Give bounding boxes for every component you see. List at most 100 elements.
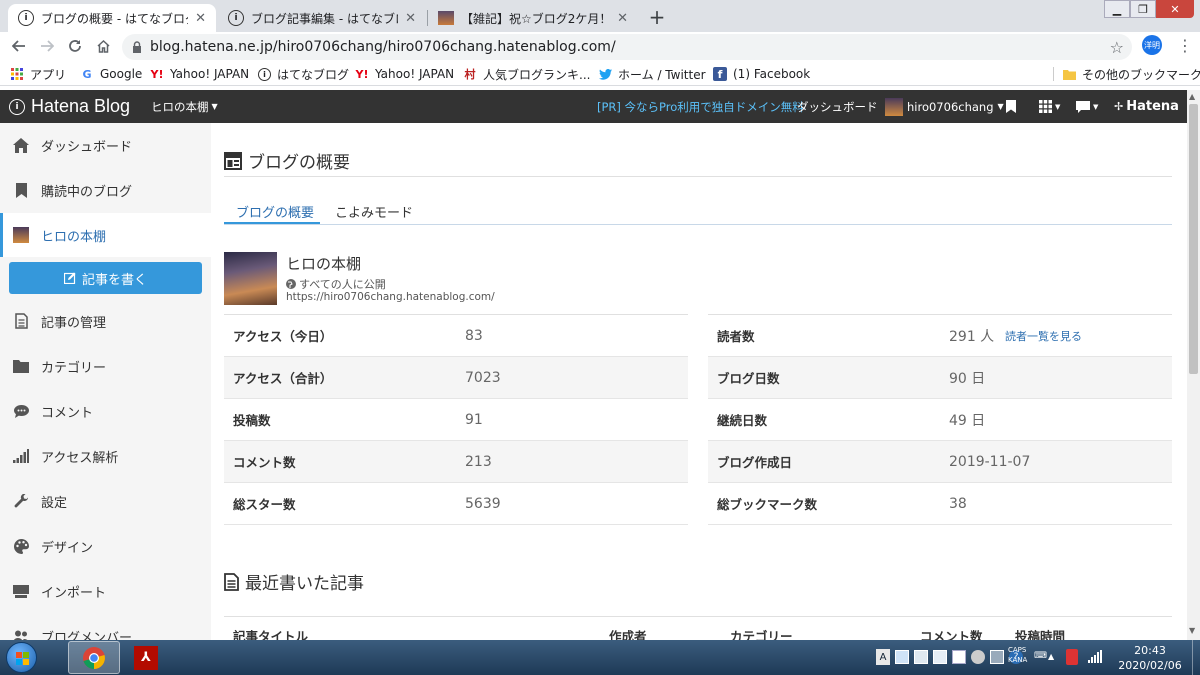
dashboard-link[interactable]: ダッシュボード bbox=[797, 90, 878, 123]
sidebar-item-import[interactable]: インポート bbox=[0, 569, 211, 613]
minimize-button[interactable]: ▁ bbox=[1104, 0, 1130, 18]
main-content: ブログの概要 ブログの概要 こよみモード ヒロの本棚 すべての人に公開 http… bbox=[211, 123, 1187, 640]
sidebar-item-articles[interactable]: 記事の管理 bbox=[0, 299, 211, 343]
dashboard-layout-icon bbox=[224, 151, 242, 170]
browser-tab[interactable]: 【雑記】祝☆ブログ2ケ月！！ - ✕ bbox=[428, 4, 638, 32]
blog-thumbnail[interactable] bbox=[224, 252, 277, 305]
caret-down-icon: ▼ bbox=[1093, 102, 1099, 111]
blog-url[interactable]: https://hiro0706chang.hatenablog.com/ bbox=[286, 291, 495, 303]
other-bookmarks[interactable]: その他のブックマーク bbox=[1062, 65, 1200, 83]
sidebar-item-design[interactable]: デザイン bbox=[0, 524, 211, 568]
stat-value: 2019-11-07 bbox=[949, 453, 1031, 470]
clock[interactable]: 20:43 2020/02/06 bbox=[1110, 643, 1190, 673]
gear-icon[interactable] bbox=[971, 650, 985, 664]
sidebar-item-categories[interactable]: カテゴリー bbox=[0, 344, 211, 388]
blog-switcher[interactable]: ヒロの本棚 ▼ bbox=[151, 90, 218, 123]
menu-kebab-icon[interactable]: ⋮ bbox=[1176, 36, 1194, 55]
column-header-category[interactable]: カテゴリー bbox=[730, 626, 793, 640]
tray-app-icon[interactable] bbox=[895, 650, 909, 664]
user-avatar bbox=[885, 97, 903, 116]
bookmark-item[interactable]: i はてなブログ bbox=[258, 65, 349, 83]
sidebar-item-members[interactable]: ブログメンバー bbox=[0, 614, 211, 640]
network-signal-icon[interactable] bbox=[1088, 650, 1102, 663]
stat-label: アクセス（合計） bbox=[233, 371, 333, 386]
tray-expand-icon[interactable]: ▲ bbox=[1048, 652, 1054, 661]
write-article-button[interactable]: 記事を書く bbox=[9, 262, 202, 294]
caret-down-icon: ▼ bbox=[997, 102, 1004, 111]
bookmark-item[interactable]: f (1) Facebook bbox=[713, 65, 810, 83]
taskbar-chrome-button[interactable] bbox=[68, 641, 120, 674]
browser-tab[interactable]: i ブログ記事編集 - はてなブログ ✕ bbox=[218, 4, 426, 32]
tab-calendar-mode[interactable]: こよみモード bbox=[335, 202, 413, 221]
user-menu[interactable]: hiro0706chang ▼ bbox=[885, 90, 1004, 123]
pro-promo-link[interactable]: [PR] 今ならPro利用で独自ドメイン無料 bbox=[597, 90, 804, 123]
lock-icon[interactable] bbox=[132, 41, 142, 53]
apps-grid-icon[interactable]: ▼ bbox=[1039, 90, 1060, 123]
sidebar-item-dashboard[interactable]: ダッシュボード bbox=[0, 123, 211, 167]
sidebar-item-analytics[interactable]: アクセス解析 bbox=[0, 434, 211, 478]
stat-value: 213 bbox=[465, 453, 492, 470]
notifications-icon[interactable]: ▼ bbox=[1076, 90, 1098, 123]
subscribers-list-link[interactable]: 読者一覧を見る bbox=[1005, 328, 1082, 344]
browser-tab-active[interactable]: i ブログの概要 - はてなブログ ✕ bbox=[8, 4, 216, 32]
stat-label: 投稿数 bbox=[233, 413, 271, 428]
scroll-up-icon[interactable]: ▲ bbox=[1189, 92, 1195, 101]
user-name: hiro0706chang bbox=[907, 99, 994, 114]
restore-button[interactable]: ❐ bbox=[1130, 0, 1156, 18]
tab-title: ブログ記事編集 - はてなブログ bbox=[251, 11, 398, 26]
comment-icon bbox=[13, 403, 29, 419]
close-icon[interactable]: ✕ bbox=[617, 11, 628, 26]
column-header-comments[interactable]: コメント数 bbox=[920, 626, 983, 640]
window-close-button[interactable]: ✕ bbox=[1156, 0, 1194, 18]
back-arrow-icon[interactable] bbox=[9, 36, 29, 56]
show-desktop-button[interactable] bbox=[1192, 640, 1200, 675]
column-header-posted[interactable]: 投稿時間 bbox=[1015, 626, 1065, 640]
bookmark-item[interactable]: 村 人気ブログランキ... bbox=[463, 65, 591, 83]
hatena-brand-link[interactable]: ✢ Hatena bbox=[1114, 90, 1179, 123]
bookmark-item[interactable]: ホーム / Twitter bbox=[598, 65, 706, 83]
reload-icon[interactable] bbox=[65, 36, 85, 56]
taskbar-acrobat-button[interactable]: ⅄ bbox=[124, 641, 168, 674]
sidebar-item-settings[interactable]: 設定 bbox=[0, 479, 211, 523]
sidebar-item-comments[interactable]: コメント bbox=[0, 389, 211, 433]
facebook-icon: f bbox=[713, 67, 727, 81]
ime-icon[interactable]: A bbox=[876, 649, 890, 665]
bookmark-item[interactable]: G Google bbox=[80, 65, 142, 83]
bookmark-item[interactable]: Y! Yahoo! JAPAN bbox=[150, 65, 250, 83]
tray-app-icon[interactable] bbox=[990, 650, 1004, 664]
hatena-blog-logo[interactable]: i Hatena Blog bbox=[9, 90, 130, 123]
home-icon[interactable] bbox=[93, 36, 113, 56]
page-scrollbar[interactable]: ▲ ▼ bbox=[1187, 90, 1200, 640]
blog-switcher-label: ヒロの本棚 bbox=[151, 99, 209, 114]
ime-settings-icon[interactable]: ⌨ bbox=[1034, 651, 1047, 661]
bookmark-item[interactable]: Y! Yahoo! JAPAN bbox=[355, 65, 455, 83]
tray-app-icon[interactable] bbox=[933, 650, 947, 664]
bookmark-item[interactable]: アプリ bbox=[10, 65, 66, 83]
stat-value: 49 日 bbox=[949, 412, 986, 429]
star-icon[interactable]: ☆ bbox=[1110, 38, 1124, 57]
scrollbar-thumb[interactable] bbox=[1189, 104, 1198, 374]
sidebar-item-blog[interactable]: ヒロの本棚 bbox=[0, 213, 211, 257]
scroll-down-icon[interactable]: ▼ bbox=[1189, 626, 1195, 635]
start-button[interactable] bbox=[6, 642, 37, 673]
write-button-label: 記事を書く bbox=[81, 272, 147, 288]
tab-blog-overview[interactable]: ブログの概要 bbox=[236, 202, 314, 221]
sidebar-item-subscriptions[interactable]: 購読中のブログ bbox=[0, 168, 211, 212]
tray-app-icon[interactable] bbox=[1066, 649, 1078, 665]
blog-name[interactable]: ヒロの本棚 bbox=[286, 253, 361, 274]
address-bar[interactable]: blog.hatena.ne.jp/hiro0706chang/hiro0706… bbox=[122, 34, 1132, 60]
clock-time: 20:43 bbox=[1134, 644, 1166, 657]
new-tab-button[interactable]: + bbox=[645, 5, 669, 29]
document-icon bbox=[13, 313, 29, 329]
column-header-title[interactable]: 記事タイトル bbox=[233, 626, 308, 640]
close-icon[interactable]: ✕ bbox=[195, 11, 206, 26]
page-title-text: ブログの概要 bbox=[248, 153, 350, 173]
close-icon[interactable]: ✕ bbox=[405, 11, 416, 26]
bookmark-icon[interactable] bbox=[1006, 90, 1016, 123]
tray-shirt-icon[interactable] bbox=[952, 650, 966, 664]
forward-arrow-icon[interactable] bbox=[37, 36, 57, 56]
profile-avatar[interactable]: 洋明 bbox=[1142, 35, 1162, 55]
tray-app-icon[interactable] bbox=[914, 650, 928, 664]
sidebar-item-label: カテゴリー bbox=[41, 360, 107, 376]
column-header-author[interactable]: 作成者 bbox=[609, 626, 647, 640]
